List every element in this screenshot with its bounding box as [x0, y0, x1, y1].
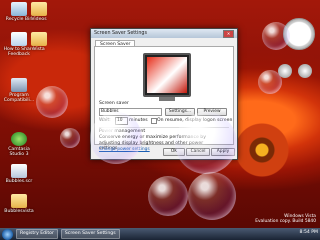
- screensaver-file-icon: [11, 164, 27, 178]
- camtasia-logo-icon: [11, 132, 27, 146]
- gadget-icon[interactable]: [298, 64, 312, 78]
- window-controls: ✕: [222, 29, 234, 38]
- program-compat-label: Program Compatibili...: [3, 93, 35, 104]
- bubbles-scr-label: Bubbles.scr: [5, 179, 33, 184]
- camtasia-icon[interactable]: Camtasia Studio 3: [1, 132, 37, 158]
- vista-label: Vista: [33, 47, 45, 52]
- preview-screen: [147, 57, 187, 93]
- taskbar-item-registry-editor[interactable]: Registry Editor: [16, 229, 58, 239]
- vista-folder-icon[interactable]: Vista: [21, 32, 57, 52]
- bubble: [36, 86, 68, 118]
- close-icon[interactable]: ✕: [223, 29, 234, 38]
- bubbles-scr-icon[interactable]: Bubbles.scr: [1, 164, 37, 184]
- program-compat-icon[interactable]: Program Compatibili...: [1, 78, 37, 104]
- bubble: [258, 70, 282, 94]
- start-button[interactable]: [2, 228, 13, 240]
- program-icon: [11, 78, 27, 92]
- videos-folder-icon[interactable]: Videos: [21, 2, 57, 22]
- folder-icon: [31, 2, 47, 16]
- bubble: [262, 22, 290, 50]
- bubble: [60, 128, 80, 148]
- folder-icon: [11, 194, 27, 208]
- system-tray-clock[interactable]: 8:54 PM: [299, 230, 318, 235]
- monitor-stand: [159, 97, 175, 101]
- taskbar: Registry Editor Screen Saver Settings 8:…: [0, 228, 320, 240]
- watermark-line-2: Evaluation copy. Build 5840: [255, 219, 316, 225]
- camtasia-label: Camtasia Studio 3: [8, 147, 30, 158]
- bubble: [175, 112, 237, 174]
- evaluation-watermark: Windows Vista Evaluation copy. Build 584…: [255, 214, 316, 225]
- folder-icon: [31, 32, 47, 46]
- title-bar[interactable]: Screen Saver Settings ✕: [91, 29, 237, 38]
- window-title: Screen Saver Settings: [94, 31, 147, 36]
- videos-label: Videos: [31, 17, 47, 22]
- bubblesvista-icon[interactable]: Bubblesvista: [1, 194, 37, 214]
- desktop: Recycle Bin Videos How to Share Feedback…: [0, 0, 320, 228]
- taskbar-item-screen-saver-settings[interactable]: Screen Saver Settings: [60, 229, 120, 239]
- bubblesvista-label: Bubblesvista: [4, 209, 34, 214]
- bubble: [148, 176, 188, 216]
- bubble: [188, 172, 236, 220]
- screen-saver-label: Screen saver: [99, 101, 129, 106]
- bubble: [90, 112, 142, 164]
- monitor-preview: [143, 53, 191, 101]
